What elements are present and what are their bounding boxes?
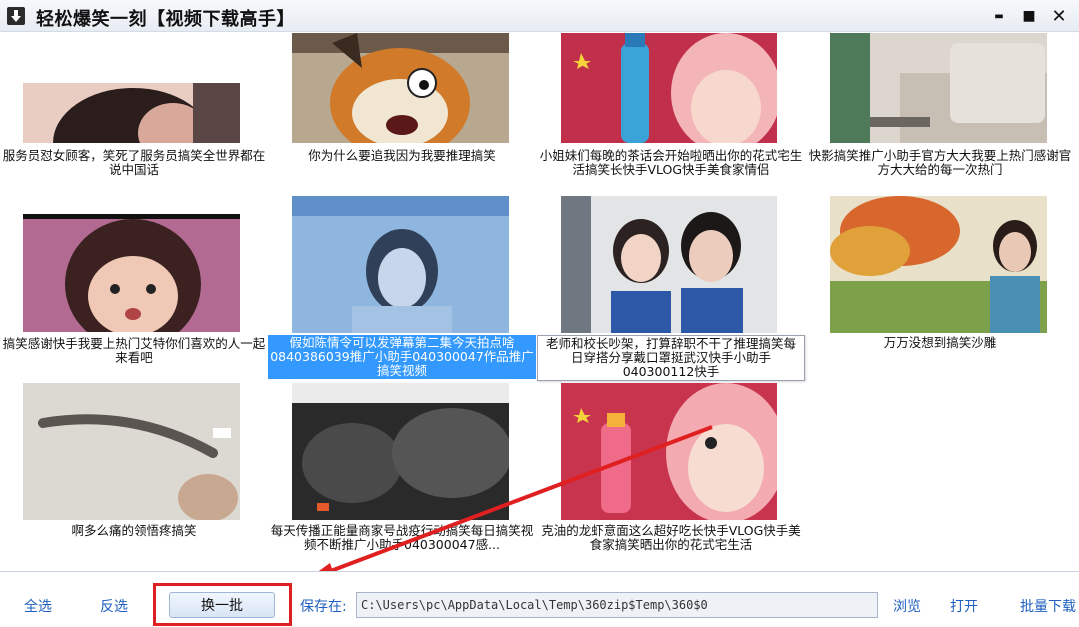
video-caption: 小姐妹们每晚的茶话会开始啦晒出你的花式宅生活搞笑长快手VLOG快手美食家情侣 xyxy=(539,148,803,177)
video-thumbnail[interactable] xyxy=(561,196,777,333)
close-button[interactable]: ✕ xyxy=(1046,4,1072,28)
video-thumbnail[interactable] xyxy=(561,33,777,143)
video-caption: 每天传播正能量商家号战疫行动搞笑每日搞笑视频不断推广小助手040300047感.… xyxy=(270,523,534,552)
video-thumbnail[interactable] xyxy=(830,196,1047,333)
video-thumbnail[interactable] xyxy=(292,383,509,520)
video-caption: 克油的龙虾意面这么超好吃长快手VLOG快手美食家搞笑晒出你的花式宅生活 xyxy=(541,523,801,552)
open-link[interactable]: 打开 xyxy=(950,596,978,616)
video-thumbnail[interactable] xyxy=(23,383,240,520)
video-item[interactable]: 你为什么要追我因为我要推理搞笑 xyxy=(268,33,536,183)
bottom-toolbar: 全选 反选 换一批 保存在: C:\Users\pc\AppData\Local… xyxy=(0,571,1079,627)
save-location-label: 保存在: xyxy=(300,599,347,615)
video-item[interactable]: 啊多么痛的领悟疼搞笑 xyxy=(0,363,268,571)
video-item[interactable]: 快影搞笑推广小助手官方大大我要上热门感谢官方大大给的每一次热门 xyxy=(806,33,1074,183)
video-thumbnail[interactable] xyxy=(292,196,509,333)
minimize-icon: ▬ xyxy=(994,10,1004,22)
video-item[interactable]: 万万没想到搞笑沙雕 xyxy=(806,183,1074,363)
video-caption: 你为什么要追我因为我要推理搞笑 xyxy=(308,148,496,163)
maximize-icon: ■ xyxy=(1022,8,1036,24)
invert-selection-link[interactable]: 反选 xyxy=(100,596,128,616)
title-bar: 轻松爆笑一刻【视频下载高手】 ▬ ■ ✕ xyxy=(0,0,1079,32)
window-title: 轻松爆笑一刻【视频下载高手】 xyxy=(36,9,295,30)
video-item[interactable]: 服务员怼女顾客，笑死了服务员搞笑全世界都在说中国话 xyxy=(0,33,268,183)
minimize-button[interactable]: ▬ xyxy=(986,4,1012,28)
video-item[interactable]: 克油的龙虾意面这么超好吃长快手VLOG快手美食家搞笑晒出你的花式宅生活 xyxy=(537,363,805,571)
video-caption: 搞笑感谢快手我要上热门艾特你们喜欢的人一起来看吧 xyxy=(2,336,266,365)
browse-link[interactable]: 浏览 xyxy=(893,596,921,616)
maximize-button[interactable]: ■ xyxy=(1016,4,1042,28)
select-all-link[interactable]: 全选 xyxy=(24,596,52,616)
video-caption: 啊多么痛的领悟疼搞笑 xyxy=(71,523,197,538)
video-thumbnail[interactable] xyxy=(292,33,509,143)
video-grid: 服务员怼女顾客，笑死了服务员搞笑全世界都在说中国话 你为什么要追我因为我要推理搞… xyxy=(0,33,1079,571)
app-window: 轻松爆笑一刻【视频下载高手】 ▬ ■ ✕ 服务员怼女顾客，笑死了服务员搞笑全世界… xyxy=(0,0,1079,627)
video-item[interactable]: 小姐妹们每晚的茶话会开始啦晒出你的花式宅生活搞笑长快手VLOG快手美食家情侣 xyxy=(537,33,805,183)
video-thumbnail[interactable] xyxy=(561,383,777,520)
video-item[interactable]: 老师和校长吵架，打算辞职不干了推理搞笑每日穿搭分享戴口罩挺武汉快手小助手0403… xyxy=(537,183,805,381)
video-item[interactable]: 假如陈情令可以发弹幕第二集今天拍点啥0840386039推广小助手0403000… xyxy=(268,183,536,379)
video-caption: 万万没想到搞笑沙雕 xyxy=(883,335,997,350)
next-batch-label: 换一批 xyxy=(201,598,243,614)
video-thumbnail[interactable] xyxy=(830,33,1047,143)
batch-download-link[interactable]: 批量下载 xyxy=(1020,596,1076,616)
close-icon: ✕ xyxy=(1051,5,1067,27)
video-thumbnail[interactable] xyxy=(23,214,240,332)
video-caption: 服务员怼女顾客，笑死了服务员搞笑全世界都在说中国话 xyxy=(2,148,266,177)
video-item[interactable]: 搞笑感谢快手我要上热门艾特你们喜欢的人一起来看吧 xyxy=(0,183,268,365)
video-item[interactable]: 每天传播正能量商家号战疫行动搞笑每日搞笑视频不断推广小助手040300047感.… xyxy=(268,363,536,571)
next-batch-button[interactable]: 换一批 xyxy=(169,592,275,618)
video-thumbnail[interactable] xyxy=(23,83,240,143)
video-caption: 快影搞笑推广小助手官方大大我要上热门感谢官方大大给的每一次热门 xyxy=(808,148,1072,177)
save-path-field[interactable]: C:\Users\pc\AppData\Local\Temp\360zip$Te… xyxy=(356,592,878,618)
download-app-icon xyxy=(7,7,25,25)
